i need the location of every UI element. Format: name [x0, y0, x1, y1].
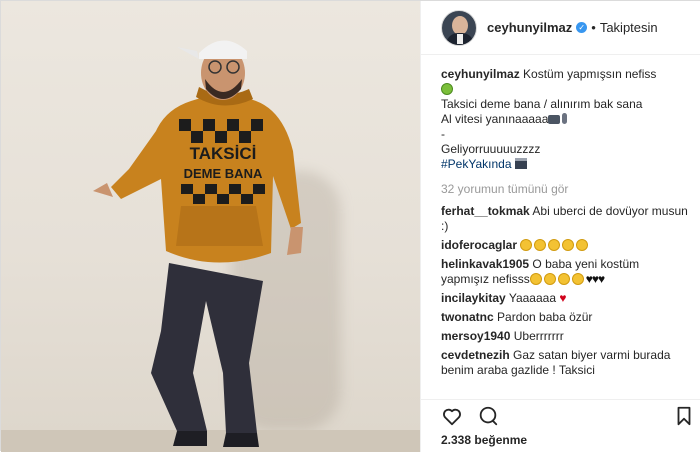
header-separator: • [591, 20, 596, 35]
caption-line: Taksici deme bana / alınırım bak sana [441, 97, 643, 111]
post-photo[interactable]: TAKSİCİ DEME BANA [1, 1, 420, 452]
laughing-emoji-icons [520, 238, 590, 252]
comment: incilaykitay Yaaaaaa ♥ [441, 291, 688, 306]
action-bar [421, 399, 700, 427]
man-in-hoodie-illustration: TAKSİCİ DEME BANA [93, 40, 303, 447]
caption-username[interactable]: ceyhunyilmaz [441, 67, 520, 81]
instagram-post: TAKSİCİ DEME BANA ceyhunyilmaz ✓ • Takip… [0, 0, 700, 452]
post-side-panel: ceyhunyilmaz ✓ • Takiptesin ceyhunyilmaz… [420, 1, 700, 452]
comment: ferhat__tokmak Abi uberci de dovüyor mus… [441, 204, 688, 234]
speech-bubble-icon[interactable] [477, 405, 499, 427]
hashtag-link[interactable]: #PekYakında [441, 157, 512, 171]
laughing-emoji-icons [529, 272, 586, 286]
author-username[interactable]: ceyhunyilmaz [487, 20, 572, 35]
verified-badge-icon: ✓ [576, 22, 588, 33]
comment-text: Yaaaaaa [508, 291, 556, 305]
avatar[interactable] [441, 9, 477, 46]
comment-username[interactable]: twonatnc [441, 310, 494, 324]
caption: ceyhunyilmaz Kostüm yapmışsın nefiss Tak… [441, 67, 688, 172]
follow-status-button[interactable]: Takiptesin [600, 20, 658, 35]
clapper-board-emoji-icon [514, 158, 527, 169]
comment: idoferocaglar [441, 238, 688, 253]
view-all-comments-link[interactable]: 32 yorumun tümünü gör [441, 182, 688, 196]
comment-username[interactable]: cevdetnezih [441, 348, 510, 362]
bookmark-icon[interactable] [673, 405, 695, 427]
comment-text: Pardon baba özür [497, 310, 593, 324]
red-heart-icon: ♥ [559, 291, 567, 305]
car-emoji-icon [441, 83, 453, 95]
microphone-emoji-icon [562, 113, 568, 124]
comment-username[interactable]: ferhat__tokmak [441, 204, 530, 218]
camera-emoji-icon [548, 115, 561, 124]
comment: helinkavak1905 O baba yeni kostüm yapmış… [441, 257, 688, 287]
comment-username[interactable]: mersoy1940 [441, 329, 510, 343]
post-header: ceyhunyilmaz ✓ • Takiptesin [421, 1, 700, 55]
comment: twonatnc Pardon baba özür [441, 310, 688, 325]
comment-username[interactable]: helinkavak1905 [441, 257, 529, 271]
comment-username[interactable]: incilaykitay [441, 291, 506, 305]
heart-outline-icon[interactable] [441, 405, 463, 427]
hoodie-text-line-2: DEME BANA [184, 166, 263, 181]
caption-line: Al vitesi yanınaaaaa [441, 112, 549, 126]
caption-line: Kostüm yapmışsın nefiss [523, 67, 657, 81]
comment-username[interactable]: idoferocaglar [441, 238, 517, 252]
black-heart-icons: ♥♥♥ [585, 272, 605, 286]
like-count[interactable]: 2.338 beğenme [441, 433, 527, 447]
comment-text: Uberrrrrrr [513, 329, 564, 343]
caption-line: - [441, 127, 445, 141]
caption-line: Geliyorruuuuuzzzz [441, 142, 541, 156]
hoodie-text-line-1: TAKSİCİ [190, 144, 257, 163]
comment: cevdetnezih Gaz satan biyer varmi burada… [441, 348, 688, 378]
comment: mersoy1940 Uberrrrrrr [441, 329, 688, 344]
comments-section: ceyhunyilmaz Kostüm yapmışsın nefiss Tak… [421, 61, 700, 399]
